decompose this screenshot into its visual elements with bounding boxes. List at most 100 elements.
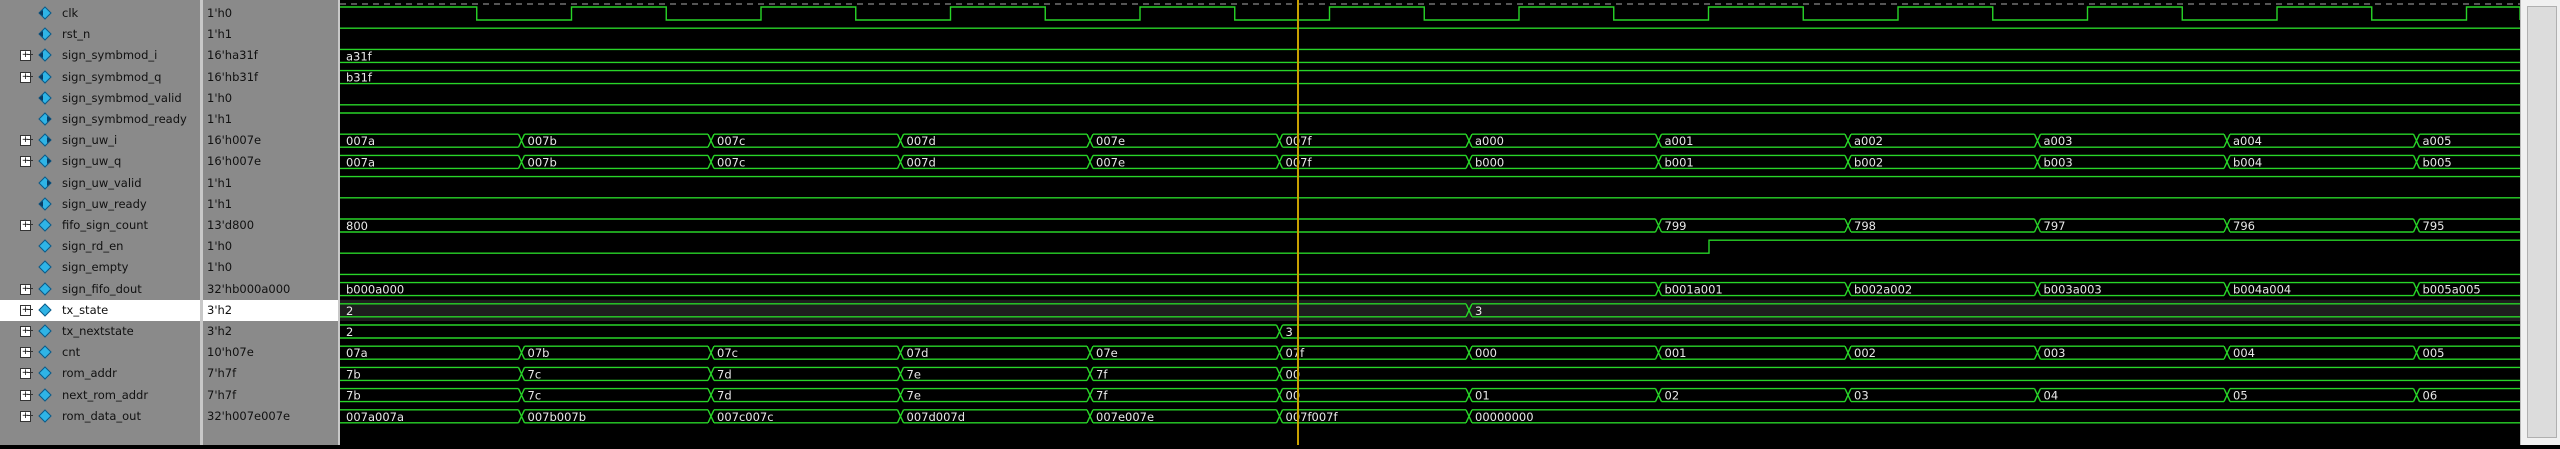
signal-row-tx_state[interactable]: + tx_state — [0, 299, 200, 321]
bus-value-label: b002a002 — [1854, 283, 1912, 297]
signal-row-tx_nextstate[interactable]: + tx_nextstate — [0, 321, 200, 342]
expand-icon[interactable]: + — [20, 220, 31, 231]
signal-value-row[interactable]: 16'h007e — [203, 130, 338, 151]
bus-value-label: a003 — [2044, 134, 2073, 148]
signal-row-sign_fifo_dout[interactable]: + sign_fifo_dout — [0, 279, 200, 300]
waveform-trace — [1093, 366, 1277, 382]
waveform-sign_uw_i: 007a007b007c007d007e007fa000a001a002a003… — [340, 133, 2520, 148]
signal-row-sign_rd_en[interactable]: sign_rd_en — [0, 236, 200, 257]
bus-value-label: 796 — [2233, 219, 2255, 233]
expand-icon[interactable]: + — [20, 410, 31, 422]
expand-icon[interactable]: + — [20, 389, 31, 401]
waveform-trace — [340, 324, 1277, 339]
signal-row-rom_data_out[interactable]: + rom_data_out — [0, 406, 200, 427]
waveform-trace — [1654, 282, 1663, 296]
waveform-area[interactable]: a31fb31f007a007b007c007d007e007fa000a001… — [340, 0, 2521, 445]
waveform-trace — [2230, 218, 2414, 233]
waveform-trace — [1086, 133, 1094, 148]
signal-in-icon — [38, 6, 52, 20]
signal-value-row[interactable]: 7'h7f — [203, 363, 338, 384]
bus-value-label: 007e — [1096, 134, 1125, 148]
signal-value: 1'h1 — [207, 196, 233, 211]
signal-out-icon — [38, 175, 52, 190]
tree-line — [27, 139, 33, 141]
signal-internal-icon — [38, 409, 52, 423]
signal-value-row[interactable]: 16'hb31f — [203, 67, 338, 88]
scrollbar-thumb[interactable] — [2527, 6, 2557, 438]
bus-value-label: 007c007c — [717, 410, 774, 424]
signal-row-next_rom_addr[interactable]: + next_rom_addr — [0, 385, 200, 406]
bus-value-label: b004a004 — [2233, 283, 2291, 297]
vertical-scrollbar[interactable] — [2520, 0, 2560, 445]
signal-row-sign_symbmod_valid[interactable]: sign_symbmod_valid — [0, 88, 200, 109]
signal-value-row[interactable]: 1'h0 — [203, 88, 338, 109]
signal-value-row[interactable]: 32'h007e007e — [203, 406, 338, 427]
signal-row-sign_uw_i[interactable]: + sign_uw_i — [0, 130, 200, 151]
waveform-trace — [1844, 282, 1852, 296]
tree-line — [27, 414, 33, 416]
expand-icon[interactable]: + — [20, 347, 31, 359]
signal-value-row[interactable]: 3'h2 — [203, 299, 338, 321]
waveform-trace — [1844, 133, 1852, 148]
signal-value-row[interactable]: 3'h2 — [203, 321, 338, 342]
signal-value: 7'h7f — [207, 387, 237, 402]
waveform-trace — [517, 367, 526, 381]
signal-value: 3'h2 — [207, 324, 233, 338]
signal-internal-icon — [38, 281, 52, 296]
waveform-trace — [1093, 345, 1277, 360]
signal-value-row[interactable]: 1'h1 — [203, 194, 338, 215]
signal-value-row[interactable]: 1'h0 — [203, 236, 338, 257]
signal-value-row[interactable]: 16'h007e — [203, 151, 338, 172]
signal-value-row[interactable]: 10'h07e — [203, 342, 338, 363]
signal-value-row[interactable]: 1'h0 — [203, 3, 338, 24]
waveform-trace — [1465, 345, 1473, 360]
signal-value-row[interactable]: 1'h1 — [203, 173, 338, 194]
expand-icon[interactable]: + — [20, 50, 31, 62]
bus-value-label: 07e — [1096, 346, 1118, 360]
bus-value-label: 007f007f — [1286, 410, 1339, 424]
tree-line — [27, 75, 33, 77]
waveform-trace — [2412, 155, 2421, 169]
signal-row-clk[interactable]: clk — [0, 3, 200, 24]
waveform-trace — [707, 133, 715, 148]
signal-row-fifo_sign_count[interactable]: + fifo_sign_count — [0, 215, 200, 236]
waveform-trace — [1472, 345, 1656, 360]
signal-row-sign_symbmod_ready[interactable]: sign_symbmod_ready — [0, 109, 200, 130]
signal-row-sign_symbmod_i[interactable]: + sign_symbmod_i — [0, 45, 200, 66]
expand-icon[interactable]: + — [20, 135, 31, 147]
time-cursor[interactable] — [1297, 0, 1299, 445]
signal-value-row[interactable]: 1'h1 — [203, 109, 338, 130]
bus-value-label: 05 — [2233, 389, 2248, 403]
signal-value-row[interactable]: 7'h7f — [203, 385, 338, 406]
expand-icon[interactable]: + — [20, 283, 31, 295]
expand-icon[interactable]: + — [20, 71, 31, 83]
bus-value-label: 007a — [346, 155, 375, 169]
waveform-trace — [2223, 155, 2231, 169]
expand-icon[interactable]: + — [20, 326, 31, 337]
signal-value-row[interactable]: 1'h0 — [203, 257, 338, 278]
signal-row-rom_addr[interactable]: + rom_addr — [0, 363, 200, 384]
signal-internal-icon — [38, 345, 52, 359]
waveform-trace — [714, 345, 898, 360]
signal-value-row[interactable]: 32'hb000a000 — [203, 279, 338, 300]
signal-row-sign_uw_ready[interactable]: sign_uw_ready — [0, 194, 200, 215]
bus-value-label: 001 — [1665, 346, 1687, 360]
expand-icon[interactable]: + — [20, 368, 31, 380]
waveform-next_rom_addr: 7b 7c 7d 7e 7f 00 01 02 03 04 05 06 — [340, 387, 2520, 403]
signal-value-row[interactable]: 13'd800 — [203, 215, 338, 236]
signal-row-sign_uw_q[interactable]: + sign_uw_q — [0, 151, 200, 172]
signal-value-row[interactable]: 1'h1 — [203, 24, 338, 45]
expand-icon[interactable]: + — [20, 304, 31, 316]
signal-row-sign_symbmod_q[interactable]: + sign_symbmod_q — [0, 67, 200, 88]
signal-row-sign_uw_valid[interactable]: sign_uw_valid — [0, 173, 200, 194]
signal-row-cnt[interactable]: + cnt — [0, 342, 200, 363]
signal-row-rst_n[interactable]: rst_n — [0, 24, 200, 45]
bus-value-label: 007b — [528, 155, 557, 169]
bus-value-label: 007e007e — [1096, 410, 1154, 424]
waveform-trace — [1844, 155, 1852, 169]
signal-name: tx_state — [62, 302, 109, 317]
tree-line — [27, 308, 33, 310]
expand-icon[interactable]: + — [20, 156, 31, 168]
signal-value-row[interactable]: 16'ha31f — [203, 45, 338, 66]
signal-row-sign_empty[interactable]: sign_empty — [0, 257, 200, 278]
